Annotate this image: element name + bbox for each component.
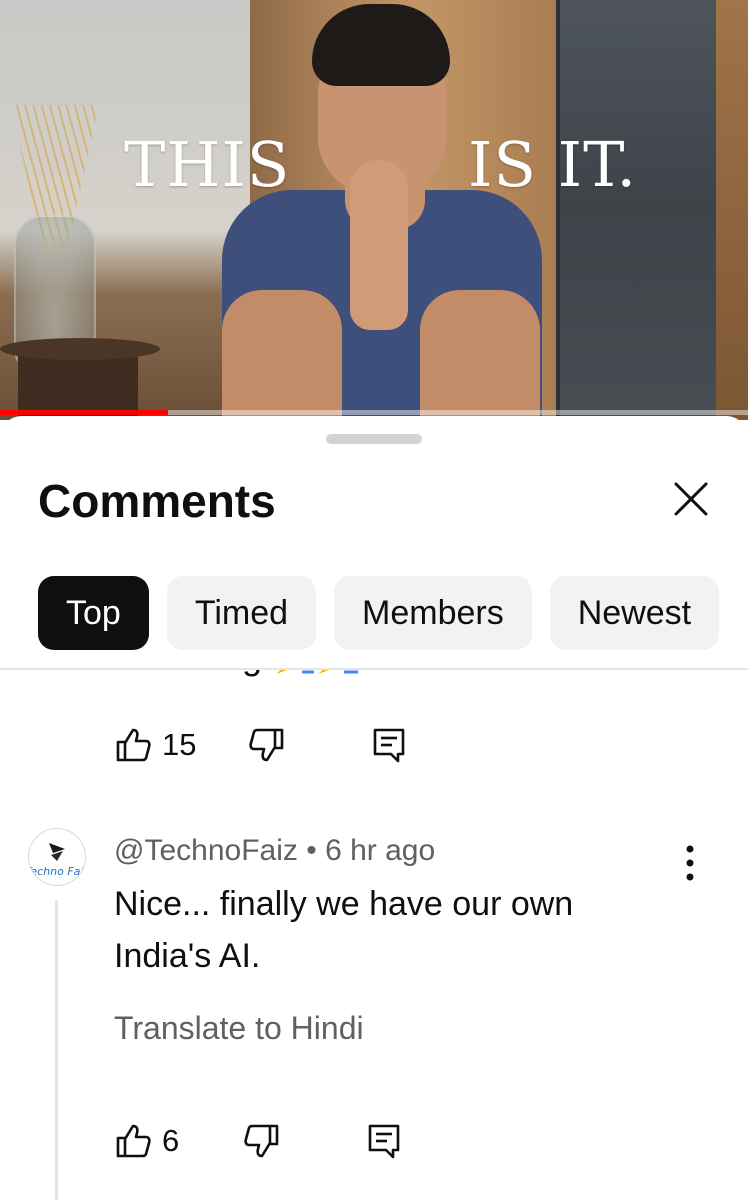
filter-chips: Top Timed Members Newest — [38, 576, 720, 652]
decor-table-top — [0, 338, 160, 360]
person-arm-right — [420, 290, 540, 420]
background-slate — [556, 0, 720, 420]
like-count: 15 — [162, 727, 197, 762]
video-overlay-text-left: THIS — [124, 128, 291, 201]
chip-top[interactable]: Top — [38, 576, 149, 650]
translate-button[interactable]: Translate to Hindi — [114, 1010, 364, 1047]
video-progress-fill — [0, 410, 169, 415]
drag-handle[interactable] — [326, 434, 422, 444]
comments-list[interactable]: Intersting 15 — [0, 670, 748, 1200]
person-arm-left — [222, 290, 342, 420]
comment-meta: @TechnoFaiz • 6 hr ago — [114, 834, 435, 868]
thumbs-down-icon[interactable] — [243, 1122, 281, 1160]
more-options-icon[interactable] — [672, 840, 708, 886]
rocket-emoji-icon — [276, 670, 358, 674]
thumbs-up-icon[interactable] — [114, 726, 152, 764]
meta-separator: • — [297, 834, 326, 867]
background-wood-right — [716, 0, 748, 420]
thread-line — [55, 900, 58, 1200]
video-overlay-text-right: IS IT. — [468, 128, 638, 201]
avatar[interactable]: Techno Fair — [28, 828, 86, 886]
video-progress-bar[interactable] — [0, 410, 748, 415]
avatar-text: Techno Fair — [28, 865, 86, 878]
previous-comment-actions: 15 — [114, 726, 408, 764]
chip-members[interactable]: Members — [334, 576, 532, 650]
close-button[interactable] — [668, 476, 714, 522]
thumbs-down-icon[interactable] — [248, 726, 286, 764]
person-hair — [312, 4, 450, 86]
video-player[interactable]: THIS IS IT. — [0, 0, 748, 420]
person-hands — [350, 160, 408, 330]
chip-timed[interactable]: Timed — [166, 576, 317, 650]
comments-sheet: Comments Top Timed Members Newest Inters… — [0, 416, 748, 1200]
previous-comment-text: Intersting — [114, 670, 262, 678]
reply-icon[interactable] — [370, 726, 408, 764]
sheet-title: Comments — [38, 475, 276, 527]
chip-newest[interactable]: Newest — [549, 576, 720, 650]
like-count: 6 — [162, 1123, 180, 1158]
thumbs-up-icon[interactable] — [114, 1122, 152, 1160]
comment-time: 6 hr ago — [325, 834, 436, 867]
comment-text: Nice... finally we have our own India's … — [114, 885, 574, 975]
close-icon — [674, 482, 708, 516]
reply-icon[interactable] — [365, 1122, 403, 1160]
comment-actions: 6 — [114, 1122, 403, 1160]
comment-author[interactable]: @TechnoFaiz — [114, 834, 298, 867]
